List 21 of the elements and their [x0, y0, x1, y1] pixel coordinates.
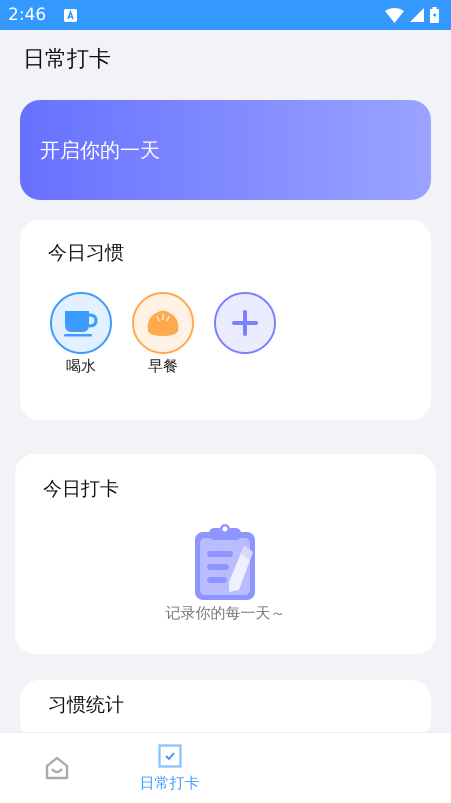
card-title: 今日习惯	[48, 241, 125, 266]
nav-tab[interactable]: 日常打卡	[113, 733, 226, 803]
habit-label: 喝水	[66, 357, 96, 376]
bun-icon	[146, 309, 180, 337]
battery-icon	[430, 7, 439, 23]
status-time: 2:46	[8, 5, 46, 25]
banner-card[interactable]: 开启你的一天	[20, 100, 431, 200]
page-title: 日常打卡	[23, 46, 112, 74]
signal-icon	[410, 8, 424, 22]
habit-label: 早餐	[148, 357, 178, 376]
home-icon	[44, 756, 68, 780]
wifi-icon	[385, 8, 404, 22]
clipboard-pencil-icon	[194, 524, 256, 600]
empty-message: 记录你的每一天～	[166, 604, 286, 623]
card-title: 今日打卡	[43, 477, 119, 502]
app-notification-icon	[64, 8, 78, 22]
banner-text: 开启你的一天	[40, 136, 160, 164]
checkbox-icon	[158, 744, 182, 768]
plus-icon	[232, 310, 258, 336]
card-title: 习惯统计	[48, 693, 125, 718]
cup-icon	[63, 309, 99, 337]
